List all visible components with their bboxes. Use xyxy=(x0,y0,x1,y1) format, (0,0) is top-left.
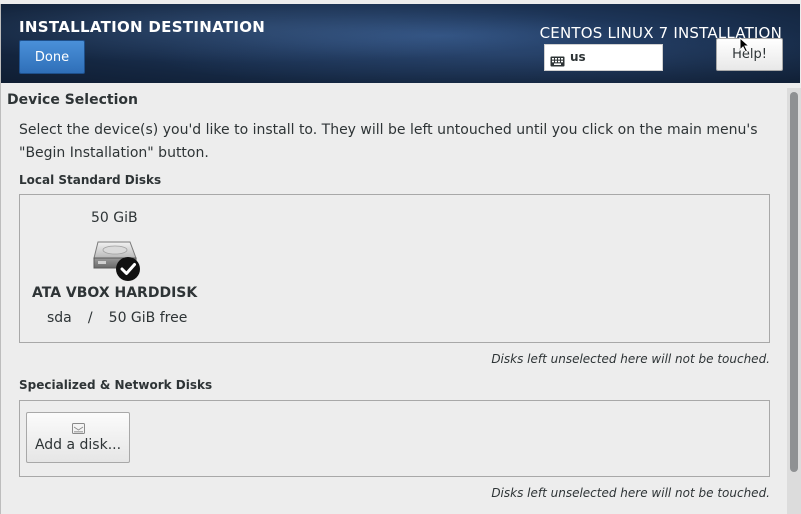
specialized-disks-label: Specialized & Network Disks xyxy=(19,378,213,392)
page-title: INSTALLATION DESTINATION xyxy=(19,18,266,36)
disk-details: sda / 50 GiB free xyxy=(47,310,187,326)
done-button[interactable]: Done xyxy=(19,40,85,74)
disk-device: sda xyxy=(47,310,72,326)
keyboard-layout-label: us xyxy=(570,50,586,64)
specialized-disks-note: Disks left unselected here will not be t… xyxy=(491,486,770,500)
disk-separator: / xyxy=(87,310,93,326)
scrollbar-thumb[interactable] xyxy=(790,92,798,472)
device-selection-heading: Device Selection xyxy=(7,92,138,108)
add-disk-label: Add a disk... xyxy=(34,437,122,453)
header-banner: INSTALLATION DESTINATION Done CENTOS LIN… xyxy=(1,4,800,83)
disk-name: ATA VBOX HARDDISK xyxy=(32,285,198,301)
harddisk-icon[interactable] xyxy=(92,240,142,286)
keyboard-icon xyxy=(550,52,565,71)
instruction-text: Select the device(s) you'd like to insta… xyxy=(19,122,758,161)
local-disks-label: Local Standard Disks xyxy=(19,173,162,187)
keyboard-layout-indicator[interactable]: us xyxy=(544,44,663,71)
local-disks-note: Disks left unselected here will not be t… xyxy=(491,352,770,366)
add-disk-button[interactable]: Add a disk... xyxy=(26,412,130,463)
mouse-pointer-icon xyxy=(739,36,751,57)
specialized-disks-panel xyxy=(19,400,770,477)
disk-free-space: 50 GiB free xyxy=(108,310,188,326)
disk-size: 50 GiB xyxy=(91,210,138,226)
